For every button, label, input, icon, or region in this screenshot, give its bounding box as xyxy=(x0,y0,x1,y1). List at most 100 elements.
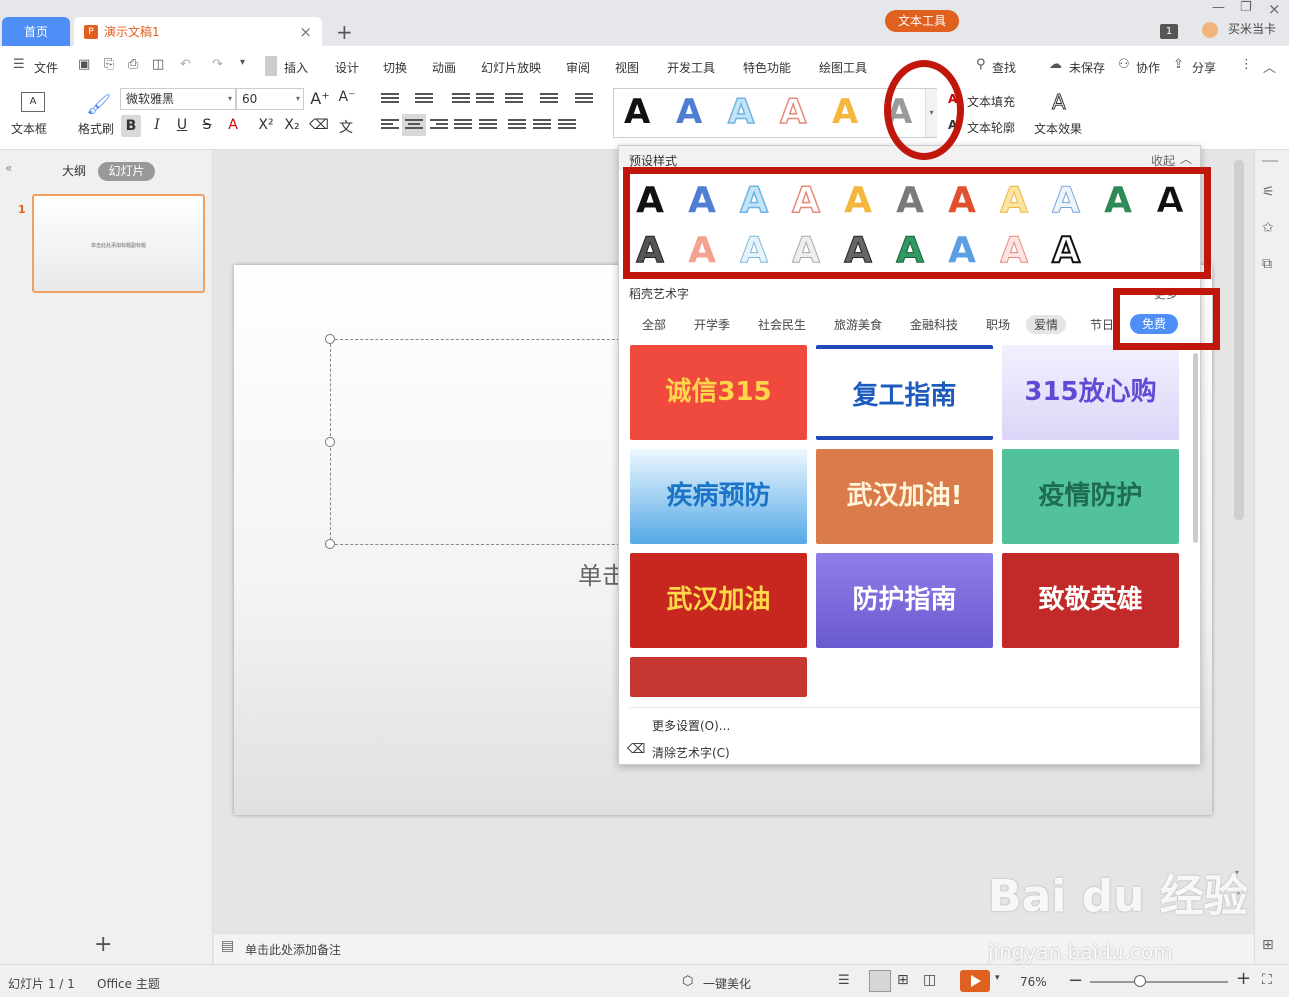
wordart-card[interactable]: 武汉加油! xyxy=(816,449,993,544)
increase-font-icon[interactable]: A⁺ xyxy=(310,89,330,108)
menu-item[interactable]: 切换 xyxy=(383,59,407,76)
vertical-scrollbar[interactable]: ▾ ⇞ ⇟ xyxy=(1232,150,1248,933)
wordart-card[interactable]: 诚信315 xyxy=(630,345,807,440)
notes-placeholder[interactable]: 单击此处添加备注 xyxy=(245,941,341,958)
collapse-sidebar-icon[interactable]: « xyxy=(5,161,12,175)
close-window-button[interactable]: × xyxy=(1268,0,1281,18)
line-spacing-icon[interactable] xyxy=(575,93,593,107)
justify-icon[interactable] xyxy=(454,119,472,133)
zoom-slider-knob[interactable] xyxy=(1134,975,1146,987)
textbox-button[interactable]: 文本框 xyxy=(11,120,47,137)
restore-button[interactable]: ❐ xyxy=(1240,0,1252,15)
collapse-ribbon-icon[interactable]: ︿ xyxy=(1263,57,1276,76)
decrease-indent-icon[interactable] xyxy=(452,93,470,107)
tab-document[interactable]: P 演示文稿1 × xyxy=(74,17,322,46)
wordart-style-black[interactable]: A xyxy=(624,92,650,132)
bullet-list-icon[interactable] xyxy=(381,93,399,107)
font-family-select[interactable]: 微软雅黑 ▾ xyxy=(120,88,236,110)
wordart-card[interactable] xyxy=(1002,657,1179,697)
category-tab[interactable]: 开学季 xyxy=(694,316,730,333)
more-settings-button[interactable]: 更多设置(O)... xyxy=(652,717,730,734)
resize-handle[interactable] xyxy=(325,437,335,447)
distribute-icon[interactable] xyxy=(479,119,497,133)
wordart-card[interactable]: 致敬英雄 xyxy=(1002,553,1179,648)
play-options-icon[interactable]: ▾ xyxy=(995,973,1000,983)
wordart-card[interactable]: 疫情防护 xyxy=(1002,449,1179,544)
tab-home[interactable]: 首页 xyxy=(2,17,70,46)
columns-icon[interactable] xyxy=(505,93,523,107)
category-tab[interactable]: 节日 xyxy=(1090,316,1114,333)
font-size-select[interactable]: 60 ▾ xyxy=(236,88,304,110)
bold-button[interactable]: B xyxy=(121,115,141,137)
chevron-up-icon[interactable]: ︿ xyxy=(1180,150,1192,167)
more-icon[interactable]: ⋮ xyxy=(1240,57,1253,72)
search-button[interactable]: 查找 xyxy=(992,59,1016,76)
wordart-card[interactable] xyxy=(630,657,807,697)
wordart-style-blue[interactable]: A xyxy=(676,92,702,132)
menu-item[interactable]: 插入 xyxy=(284,59,308,76)
wordart-card[interactable]: 复工指南 xyxy=(816,345,993,440)
grid-icon[interactable]: ⊞ xyxy=(1262,937,1274,953)
notes-toggle-icon[interactable]: ☰ xyxy=(838,973,850,988)
zoom-in-button[interactable]: + xyxy=(1236,968,1251,989)
share-button[interactable]: 分享 xyxy=(1192,59,1216,76)
resize-handle[interactable] xyxy=(325,334,335,344)
font-color-button[interactable]: A xyxy=(223,117,243,133)
tab-slides[interactable]: 幻灯片 xyxy=(98,162,155,181)
decrease-font-icon[interactable]: A⁻ xyxy=(337,89,357,105)
share-icon[interactable]: ⇪ xyxy=(1173,57,1184,72)
category-tab[interactable]: 社会民生 xyxy=(758,316,806,333)
category-tab[interactable]: 金融科技 xyxy=(910,316,958,333)
redo-icon[interactable]: ↷ xyxy=(212,57,223,72)
phonetic-icon[interactable]: 文 xyxy=(336,117,356,137)
sorter-view-icon[interactable]: ⊞ xyxy=(897,972,909,988)
category-tab[interactable]: 旅游美食 xyxy=(834,316,882,333)
align-right-icon[interactable] xyxy=(430,119,448,133)
unsaved-status[interactable]: 未保存 xyxy=(1069,59,1105,76)
wordart-style-outline-red[interactable]: A xyxy=(779,91,807,133)
menu-item[interactable]: 动画 xyxy=(432,59,456,76)
close-tab-icon[interactable]: × xyxy=(299,17,312,47)
properties-icon[interactable]: ⚟ xyxy=(1262,184,1275,200)
fit-window-icon[interactable]: ⛶ xyxy=(1262,972,1272,988)
menu-item[interactable]: 视图 xyxy=(615,59,639,76)
print-icon[interactable]: ⎙ xyxy=(128,57,138,72)
textbox-icon[interactable]: A xyxy=(21,92,45,112)
menu-item[interactable]: 设计 xyxy=(335,59,359,76)
export-icon[interactable]: ⎘ xyxy=(104,57,114,72)
format-brush-icon[interactable]: 🖌 xyxy=(86,92,111,116)
text-fill-button[interactable]: 文本填充 xyxy=(967,93,1015,110)
slide-thumbnail[interactable]: 单击此处添加标题副标题 xyxy=(32,194,205,293)
underline-button[interactable]: U xyxy=(172,117,192,133)
zoom-level[interactable]: 76% xyxy=(1020,975,1047,989)
eraser-icon[interactable]: ⌫ xyxy=(309,117,329,133)
tab-outline[interactable]: 大纲 xyxy=(62,162,86,179)
increase-indent-icon[interactable] xyxy=(476,93,494,107)
user-name[interactable]: 买米当卡 xyxy=(1228,20,1276,37)
resize-handle[interactable] xyxy=(325,539,335,549)
title-placeholder[interactable] xyxy=(330,339,630,545)
quick-access-chevron-icon[interactable]: ▾ xyxy=(240,57,245,68)
format-brush-button[interactable]: 格式刷 xyxy=(78,120,114,137)
text-outline-button[interactable]: 文本轮廓 xyxy=(967,119,1015,136)
hamburger-menu-icon[interactable]: ☰ xyxy=(13,57,25,72)
align-left-icon[interactable] xyxy=(381,119,399,133)
subscript-button[interactable]: X₂ xyxy=(282,117,302,133)
para-spacing-2-icon[interactable] xyxy=(533,119,551,133)
print-preview-icon[interactable]: ◫ xyxy=(152,57,164,72)
play-button[interactable] xyxy=(960,970,990,992)
beautify-icon[interactable]: ⬡ xyxy=(682,974,693,989)
normal-view-button[interactable] xyxy=(869,970,891,992)
menu-item[interactable]: 特色功能 xyxy=(743,59,791,76)
dropdown-scrollbar[interactable] xyxy=(1193,353,1198,543)
menu-file[interactable]: 文件 xyxy=(34,59,58,76)
undo-icon[interactable]: ↶ xyxy=(180,57,191,72)
minimize-button[interactable]: — xyxy=(1212,0,1225,15)
collab-button[interactable]: 协作 xyxy=(1136,59,1160,76)
copy-icon[interactable]: ⧉ xyxy=(1262,256,1272,272)
para-spacing-icon[interactable] xyxy=(508,119,526,133)
menu-item[interactable]: 绘图工具 xyxy=(819,59,867,76)
wordart-card[interactable]: 315放心购 xyxy=(1002,345,1179,440)
numbered-list-icon[interactable] xyxy=(415,93,433,107)
clear-wordart-button[interactable]: 清除艺术字(C) xyxy=(652,744,730,761)
